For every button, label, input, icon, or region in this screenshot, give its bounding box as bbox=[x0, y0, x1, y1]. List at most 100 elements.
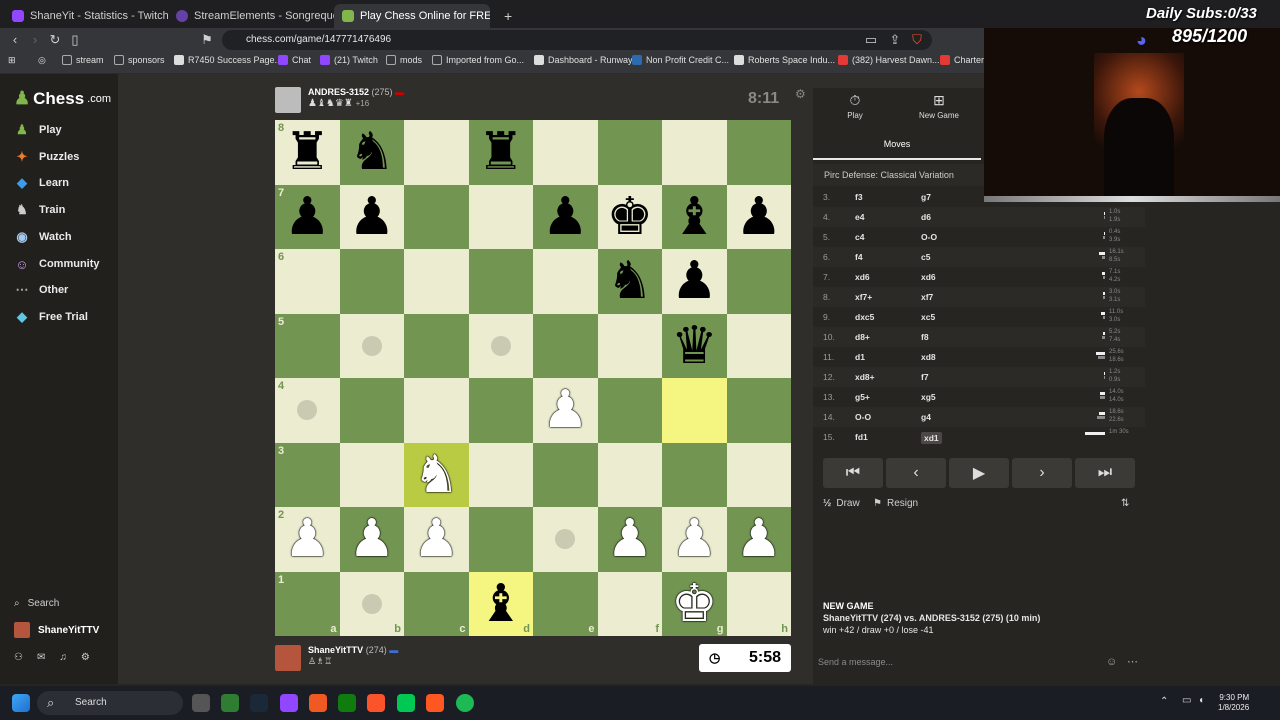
chess-logo[interactable]: ♟ Chess .com bbox=[14, 88, 111, 109]
square-a1[interactable]: 1a bbox=[275, 571, 340, 636]
black-pawn-piece[interactable]: ♟ bbox=[542, 191, 589, 243]
black-queen-piece[interactable]: ♛ bbox=[671, 320, 718, 372]
square-c2[interactable]: ♟ bbox=[404, 507, 469, 572]
square-d2[interactable] bbox=[468, 507, 533, 572]
cast-icon[interactable]: ▭ bbox=[862, 32, 880, 48]
white-move[interactable]: xd6 bbox=[855, 272, 870, 282]
sidebar-item-learn[interactable]: ◆ Learn bbox=[14, 175, 69, 191]
white-move[interactable]: c4 bbox=[855, 232, 864, 242]
brave-icon[interactable] bbox=[367, 694, 385, 712]
tab-play[interactable]: ⏱ Play bbox=[813, 92, 897, 120]
black-move[interactable]: xd1 bbox=[921, 432, 942, 444]
mail-icon[interactable]: ✉ bbox=[37, 652, 45, 663]
bookmark-stream[interactable]: stream bbox=[62, 55, 104, 65]
origin-icon[interactable] bbox=[309, 694, 327, 712]
sidebar-item-other[interactable]: ⋯ Other bbox=[14, 282, 69, 298]
spotify-icon[interactable] bbox=[456, 694, 474, 712]
resign-button[interactable]: ⚑ Resign bbox=[873, 498, 918, 509]
square-h5[interactable] bbox=[726, 313, 791, 378]
more-options-icon[interactable]: ⋯ bbox=[1127, 652, 1138, 672]
apps-icon[interactable]: ⊞ bbox=[8, 55, 16, 66]
square-a4[interactable]: 4 bbox=[275, 378, 340, 443]
square-e7[interactable]: ♟ bbox=[533, 184, 598, 249]
reload-icon[interactable]: ↻ bbox=[46, 32, 64, 48]
legal-move-dot[interactable] bbox=[361, 593, 382, 614]
share-icon[interactable]: ⇪ bbox=[886, 32, 904, 48]
sidebar-item-free-trial[interactable]: ◆ Free Trial bbox=[14, 309, 88, 325]
square-d5[interactable] bbox=[468, 313, 533, 378]
white-move[interactable]: d1 bbox=[855, 352, 865, 362]
square-h3[interactable] bbox=[726, 442, 791, 507]
bookmark-imported[interactable]: Imported from Go... bbox=[432, 55, 524, 65]
white-pawn-piece[interactable]: ♟ bbox=[735, 513, 782, 565]
bookmark-icon[interactable]: ⚑ bbox=[198, 32, 216, 48]
tab-twitchtracker[interactable]: ShaneYit - Statistics - TwitchTracker bbox=[4, 4, 168, 28]
white-move[interactable]: d8+ bbox=[855, 332, 870, 342]
sidebar-item-watch[interactable]: ◉ Watch bbox=[14, 229, 71, 245]
twitch-icon[interactable] bbox=[280, 694, 298, 712]
square-e8[interactable] bbox=[533, 120, 598, 185]
tab-streamelements[interactable]: StreamElements - Songrequest bbox=[168, 4, 334, 28]
square-g4[interactable] bbox=[662, 378, 727, 443]
white-move[interactable]: xf7+ bbox=[855, 292, 872, 302]
bookmark-r7450[interactable]: R7450 Success Page... bbox=[174, 55, 282, 65]
white-pawn-piece[interactable]: ♟ bbox=[348, 513, 395, 565]
tab-moves[interactable]: Moves bbox=[813, 134, 981, 160]
app-icon[interactable] bbox=[397, 694, 415, 712]
xbox-icon[interactable] bbox=[338, 694, 356, 712]
square-e5[interactable] bbox=[533, 313, 598, 378]
white-move[interactable]: f4 bbox=[855, 252, 863, 262]
taskbar-search[interactable]: ⌕ Search bbox=[37, 691, 183, 715]
black-move[interactable]: d6 bbox=[921, 212, 931, 222]
clock-tray[interactable]: 9:30 PM 1/8/2026 bbox=[1218, 693, 1249, 713]
square-h6[interactable] bbox=[726, 249, 791, 314]
white-knight-piece[interactable]: ♞ bbox=[413, 449, 460, 501]
flip-board-icon[interactable]: ⇅ bbox=[1121, 498, 1129, 509]
first-move-button[interactable]: ⏮ bbox=[823, 458, 883, 488]
bookmark-nonprofit[interactable]: Non Profit Credit C... bbox=[632, 55, 729, 65]
square-c4[interactable] bbox=[404, 378, 469, 443]
black-move[interactable]: xg5 bbox=[921, 392, 936, 402]
square-g8[interactable] bbox=[662, 120, 727, 185]
black-rook-piece[interactable]: ♜ bbox=[284, 126, 331, 178]
last-move-button[interactable]: ⏭ bbox=[1075, 458, 1135, 488]
black-pawn-piece[interactable]: ♟ bbox=[348, 191, 395, 243]
sidebar-user[interactable]: ShaneYitTTV bbox=[14, 622, 99, 638]
square-d3[interactable] bbox=[468, 442, 533, 507]
square-a5[interactable]: 5 bbox=[275, 313, 340, 378]
next-move-button[interactable]: › bbox=[1012, 458, 1072, 488]
square-f8[interactable] bbox=[597, 120, 662, 185]
white-pawn-piece[interactable]: ♟ bbox=[413, 513, 460, 565]
legal-move-dot[interactable] bbox=[490, 335, 511, 356]
black-move[interactable]: f8 bbox=[921, 332, 929, 342]
legal-move-dot[interactable] bbox=[361, 335, 382, 356]
black-move[interactable]: g4 bbox=[921, 412, 931, 422]
sidebar-item-play[interactable]: ♟ Play bbox=[14, 122, 61, 138]
square-f2[interactable]: ♟ bbox=[597, 507, 662, 572]
black-move[interactable]: c5 bbox=[921, 252, 930, 262]
task-view-icon[interactable] bbox=[192, 694, 210, 712]
square-h8[interactable] bbox=[726, 120, 791, 185]
white-pawn-piece[interactable]: ♟ bbox=[671, 513, 718, 565]
new-tab-button[interactable]: + bbox=[496, 4, 516, 28]
black-pawn-piece[interactable]: ♟ bbox=[671, 255, 718, 307]
emoji-icon[interactable]: ☺ bbox=[1106, 652, 1117, 672]
bookmark-chat[interactable]: Chat bbox=[278, 55, 311, 65]
white-move[interactable]: g5+ bbox=[855, 392, 870, 402]
app-icon[interactable] bbox=[221, 694, 239, 712]
bookmark-sponsors[interactable]: sponsors bbox=[114, 55, 165, 65]
square-a8[interactable]: ♜ 8 bbox=[275, 120, 340, 185]
player-name[interactable]: ShaneYitTTV bbox=[308, 645, 363, 655]
black-rook-piece[interactable]: ♜ bbox=[477, 126, 524, 178]
white-pawn-piece[interactable]: ♟ bbox=[542, 384, 589, 436]
sidebar-item-train[interactable]: ♞ Train bbox=[14, 202, 65, 218]
square-e4[interactable]: ♟ bbox=[533, 378, 598, 443]
square-g6[interactable]: ♟ bbox=[662, 249, 727, 314]
black-pawn-piece[interactable]: ♟ bbox=[284, 191, 331, 243]
square-b2[interactable]: ♟ bbox=[339, 507, 404, 572]
square-g1[interactable]: ♚ g bbox=[662, 571, 727, 636]
square-h2[interactable]: ♟ bbox=[726, 507, 791, 572]
black-king-piece[interactable]: ♚ bbox=[606, 191, 653, 243]
square-c6[interactable] bbox=[404, 249, 469, 314]
black-move[interactable]: xf7 bbox=[921, 292, 933, 302]
